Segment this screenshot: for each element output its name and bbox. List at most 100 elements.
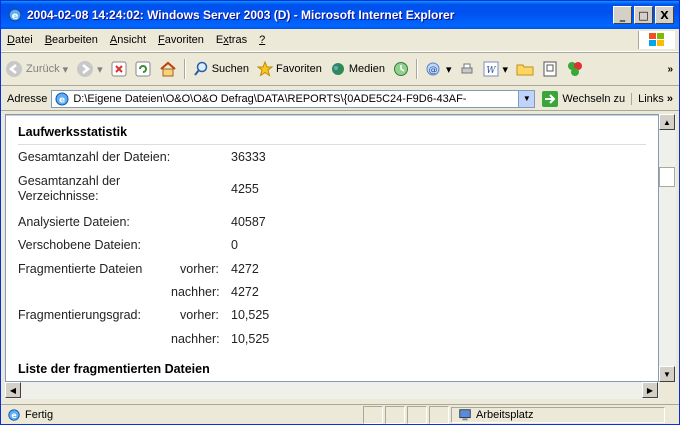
svg-text:W: W bbox=[487, 66, 497, 76]
stat-label: Fragmentierte Dateien bbox=[18, 262, 143, 276]
stat-value: 36333 bbox=[231, 150, 266, 164]
menu-bearbeiten[interactable]: Bearbeiten bbox=[39, 34, 104, 46]
media-icon bbox=[331, 63, 344, 75]
favorites-button[interactable]: Favoriten bbox=[253, 61, 326, 77]
page-icon: e bbox=[55, 92, 69, 105]
stat-sublabel: vorher: bbox=[180, 308, 219, 322]
back-dropdown-icon[interactable]: ▾ bbox=[63, 63, 69, 76]
svg-text:e: e bbox=[59, 95, 65, 105]
status-cell bbox=[407, 405, 427, 424]
history-button[interactable] bbox=[389, 61, 413, 77]
status-cell bbox=[385, 405, 405, 424]
research-button[interactable] bbox=[538, 61, 562, 77]
print-button[interactable] bbox=[455, 61, 479, 77]
menu-ansicht[interactable]: Ansicht bbox=[104, 34, 152, 46]
computer-icon bbox=[459, 408, 471, 420]
minimize-button[interactable]: _ bbox=[613, 6, 632, 24]
menu-bar: Datei Bearbeiten Ansicht Favoriten Extra… bbox=[1, 29, 679, 52]
report-content: Laufwerksstatistik Gesamtanzahl der Date… bbox=[5, 114, 659, 382]
scroll-right-icon[interactable]: ▶ bbox=[642, 382, 658, 398]
stat-value: 4272 bbox=[231, 285, 259, 299]
search-icon bbox=[193, 61, 207, 76]
mail-icon: @ bbox=[426, 62, 440, 76]
go-button[interactable]: Wechseln zu bbox=[535, 90, 631, 108]
status-page-icon: e bbox=[8, 408, 20, 421]
edit-button[interactable]: W ▾ bbox=[479, 61, 512, 77]
toolbar-overflow-icon[interactable]: » bbox=[667, 64, 673, 75]
menu-help[interactable]: ? bbox=[253, 34, 271, 46]
svg-text:e: e bbox=[12, 11, 19, 22]
scroll-up-icon[interactable]: ▲ bbox=[659, 114, 675, 130]
stat-label: Gesamtanzahl der Verzeichnisse: bbox=[18, 174, 121, 203]
favorites-label: Favoriten bbox=[276, 63, 322, 75]
title-bar[interactable]: e 2004-02-08 14:24:02: Windows Server 20… bbox=[1, 1, 679, 29]
stop-icon bbox=[111, 61, 127, 77]
ie-icon: e bbox=[8, 8, 22, 22]
stat-value: 0 bbox=[231, 238, 238, 252]
messenger-icon bbox=[568, 62, 582, 76]
home-icon bbox=[160, 61, 176, 77]
stat-sublabel: nachher: bbox=[171, 332, 220, 346]
messenger-button[interactable] bbox=[562, 60, 588, 78]
forward-button[interactable]: ▾ bbox=[72, 60, 107, 78]
scroll-down-icon[interactable]: ▼ bbox=[659, 366, 675, 382]
address-dropdown-icon[interactable]: ▼ bbox=[518, 90, 535, 107]
menu-extras[interactable]: Extras bbox=[210, 34, 253, 46]
status-cell bbox=[429, 405, 449, 424]
back-arrow-icon bbox=[6, 61, 22, 77]
edit-dropdown-icon[interactable]: ▾ bbox=[502, 63, 508, 76]
stat-value: 40587 bbox=[231, 215, 266, 229]
refresh-button[interactable] bbox=[131, 61, 155, 77]
home-button[interactable] bbox=[155, 61, 181, 77]
back-button[interactable]: Zurück ▾ bbox=[1, 60, 72, 78]
maximize-button[interactable]: □ bbox=[634, 6, 653, 24]
address-label: Adresse bbox=[7, 92, 48, 105]
window-title: 2004-02-08 14:24:02: Windows Server 2003… bbox=[27, 8, 455, 22]
stat-value: 10,525 bbox=[231, 308, 270, 322]
vertical-scrollbar[interactable]: ▲ ▼ bbox=[659, 114, 676, 382]
folder-icon bbox=[516, 64, 534, 76]
folder-button[interactable] bbox=[512, 61, 538, 77]
address-input[interactable]: D:\Eigene Dateien\O&O\O&O Defrag\DATA\RE… bbox=[70, 93, 518, 105]
stat-value: 10,525 bbox=[231, 332, 270, 346]
word-icon: W bbox=[483, 61, 499, 77]
divider bbox=[18, 144, 646, 145]
scroll-left-icon[interactable]: ◀ bbox=[5, 382, 21, 398]
stat-value: 4255 bbox=[231, 182, 259, 196]
back-label: Zurück bbox=[26, 63, 60, 75]
mail-dropdown-icon[interactable]: ▾ bbox=[446, 63, 452, 76]
horizontal-scrollbar[interactable]: ◀ ▶ bbox=[5, 382, 659, 399]
zone-label: Arbeitsplatz bbox=[476, 408, 534, 421]
address-bar: Adresse e D:\Eigene Dateien\O&O\O&O Defr… bbox=[1, 87, 679, 111]
toolbar-separator bbox=[183, 59, 186, 79]
stat-label: Analysierte Dateien: bbox=[18, 215, 130, 229]
stat-label: Fragmentierungsgrad: bbox=[18, 308, 141, 322]
links-label: Links bbox=[638, 92, 664, 105]
go-arrow-icon bbox=[542, 90, 559, 107]
research-icon bbox=[543, 61, 557, 77]
stat-value: 4272 bbox=[231, 262, 259, 276]
address-field[interactable]: e D:\Eigene Dateien\O&O\O&O Defrag\DATA\… bbox=[51, 89, 536, 108]
stop-button[interactable] bbox=[107, 61, 131, 77]
forward-dropdown-icon[interactable]: ▾ bbox=[97, 63, 103, 76]
media-button[interactable]: Medien bbox=[326, 61, 389, 77]
scroll-thumb[interactable] bbox=[659, 167, 675, 187]
search-button[interactable]: Suchen bbox=[189, 61, 253, 77]
windows-logo-icon bbox=[638, 31, 675, 49]
media-label: Medien bbox=[348, 63, 385, 75]
security-zone[interactable]: Arbeitsplatz bbox=[451, 406, 665, 423]
refresh-icon bbox=[135, 61, 151, 77]
mail-button[interactable]: @ ▾ bbox=[421, 61, 456, 77]
stat-sublabel: nachher: bbox=[171, 285, 220, 299]
standard-toolbar: Zurück ▾ ▾ Suchen Favoriten Medien @ ▾ W… bbox=[1, 52, 679, 86]
stat-label: Gesamtanzahl der Dateien: bbox=[18, 150, 171, 164]
links-button[interactable]: Links » bbox=[631, 92, 679, 105]
status-bar: e Fertig Arbeitsplatz bbox=[1, 404, 679, 424]
star-icon bbox=[257, 61, 273, 77]
menu-datei[interactable]: Datei bbox=[1, 34, 39, 46]
close-button[interactable]: X bbox=[655, 6, 674, 24]
menu-favoriten[interactable]: Favoriten bbox=[152, 34, 210, 46]
history-icon bbox=[393, 62, 408, 76]
forward-arrow-icon bbox=[77, 61, 94, 77]
toolbar-separator bbox=[415, 59, 418, 79]
